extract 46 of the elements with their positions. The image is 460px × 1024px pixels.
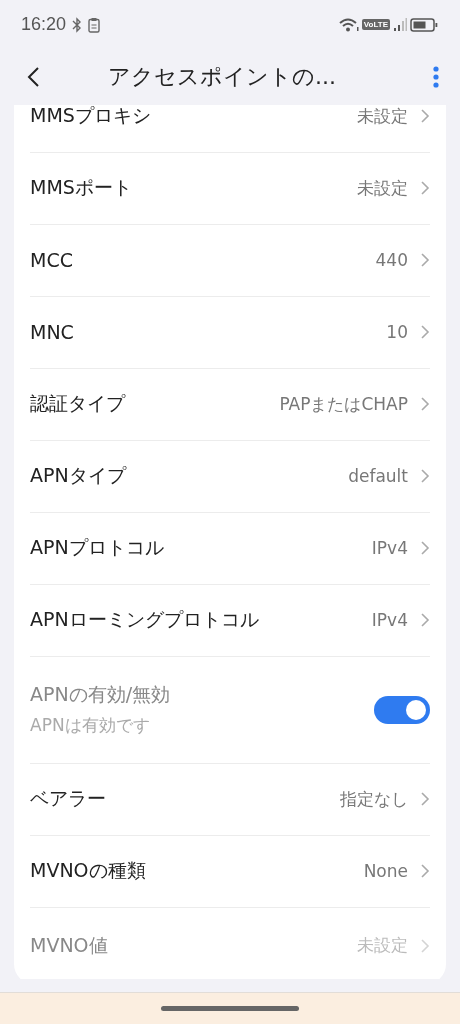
chevron-icon — [420, 108, 430, 125]
clipboard-icon — [88, 16, 101, 33]
setting-value: default — [348, 466, 408, 487]
setting-label: APNローミングプロトコル — [30, 607, 259, 633]
clock-time: 16:20 — [21, 14, 67, 36]
bluetooth-icon — [72, 16, 83, 33]
page-title: アクセスポイントの... — [107, 62, 337, 91]
setting-label: MVNOの種類 — [30, 858, 146, 884]
setting-value: 未設定 — [357, 104, 408, 128]
setting-label: MMSプロキシ — [30, 104, 151, 129]
back-button[interactable] — [26, 64, 42, 89]
chevron-icon — [420, 791, 430, 808]
chevron-icon — [420, 180, 430, 197]
wifi-icon — [338, 16, 359, 33]
chevron-icon — [420, 396, 430, 413]
setting-label: APNプロトコル — [30, 535, 164, 561]
setting-value: 10 — [386, 322, 408, 343]
chevron-icon — [420, 612, 430, 629]
setting-label: 認証タイプ — [30, 391, 125, 417]
chevron-icon — [420, 252, 430, 269]
setting-value: None — [363, 861, 408, 882]
setting-label: MNC — [30, 321, 74, 344]
setting-value: IPv4 — [371, 538, 408, 559]
chevron-icon — [420, 540, 430, 557]
setting-value: 未設定 — [357, 176, 408, 200]
setting-label: MMSポート — [30, 175, 132, 201]
setting-label: ベアラー — [30, 786, 106, 812]
setting-summary: APNは有効です — [30, 714, 151, 738]
setting-label: MCC — [30, 249, 73, 272]
setting-label: APNタイプ — [30, 463, 126, 489]
setting-value: 指定なし — [340, 787, 408, 811]
setting-label: APNの有効/無効 — [30, 682, 171, 708]
setting-label: MVNO値 — [30, 932, 108, 958]
volte-badge: VoLTE — [361, 19, 390, 31]
chevron-icon — [420, 863, 430, 880]
chevron-icon — [420, 468, 430, 485]
setting-value: PAPまたはCHAP — [279, 392, 408, 416]
home-indicator[interactable] — [161, 1006, 299, 1012]
signal-icon — [393, 16, 407, 33]
chevron-icon — [420, 937, 430, 954]
more-options-icon[interactable] — [432, 64, 440, 89]
setting-value: 440 — [375, 250, 408, 271]
battery-icon — [410, 16, 438, 33]
setting-value: IPv4 — [371, 610, 408, 631]
chevron-icon — [420, 324, 430, 341]
setting-value: 未設定 — [357, 934, 408, 958]
